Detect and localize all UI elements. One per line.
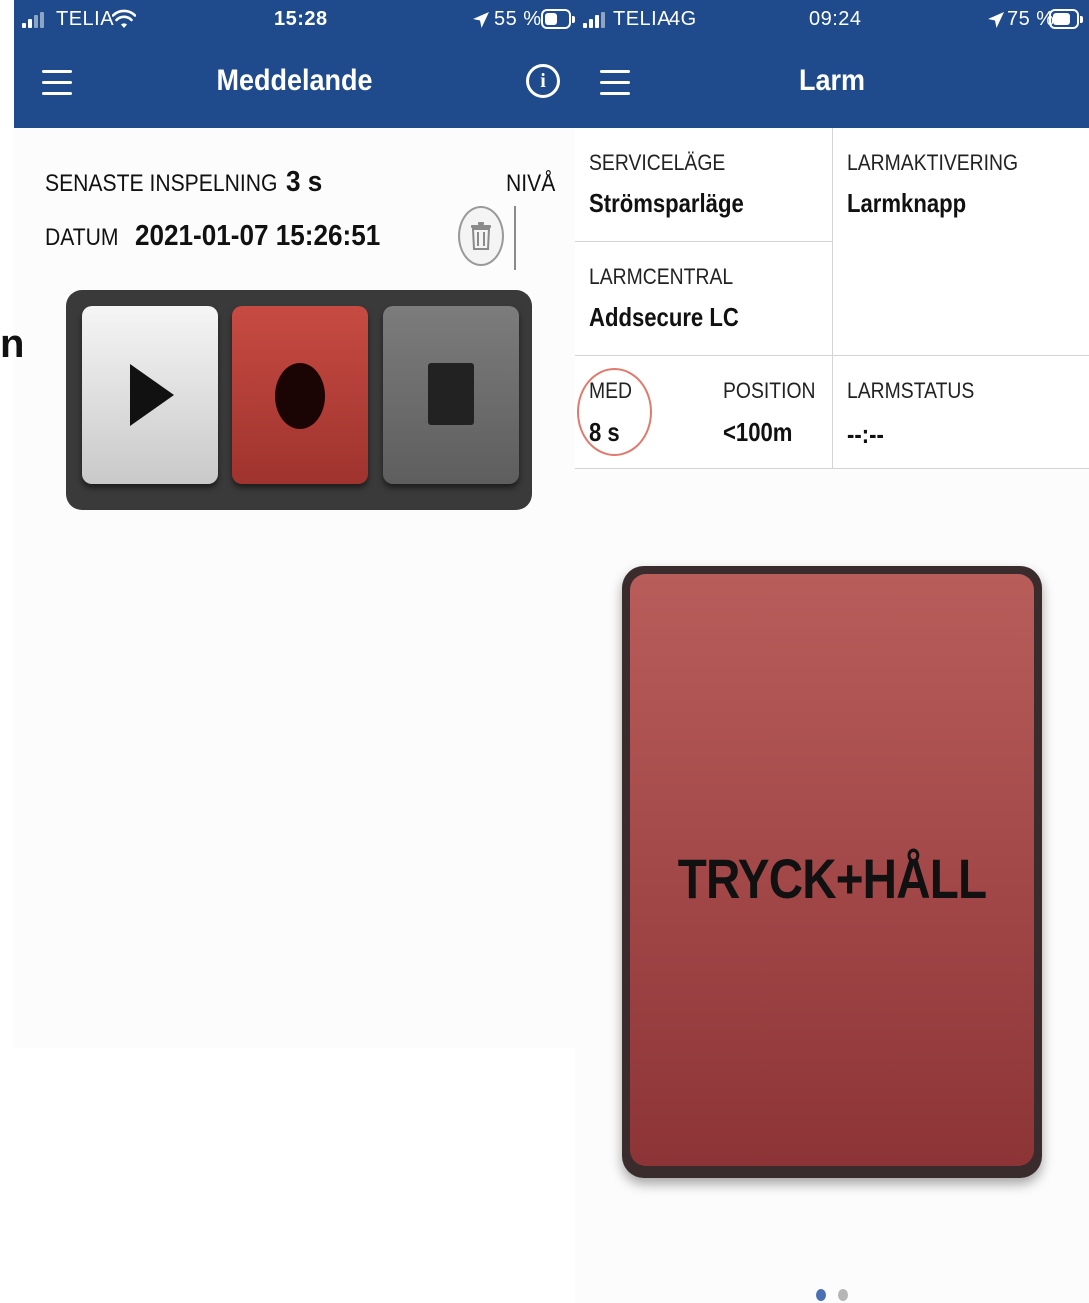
stop-icon [428, 363, 474, 425]
network-label: 4G [669, 8, 697, 30]
alarm-button-face: TRYCK+HÅLL [630, 574, 1034, 1166]
location-icon [473, 12, 489, 28]
record-icon [275, 363, 325, 429]
battery-percent: 55 % [494, 8, 542, 30]
left-content [14, 128, 575, 1048]
page-dot-active[interactable] [816, 1289, 826, 1301]
signal-icon [22, 12, 48, 28]
signal-icon [583, 12, 609, 28]
page-title: Larm [798, 64, 866, 97]
clock: 09:24 [809, 8, 862, 30]
right-status-bar: TELIA 4G 09:24 75 % [575, 0, 1089, 42]
alarm-status-value: --:-- [847, 419, 884, 449]
wifi-icon [112, 9, 136, 28]
service-mode-label: SERVICELÄGE [589, 150, 726, 175]
alarm-button[interactable]: TRYCK+HÅLL [622, 566, 1042, 1178]
play-button[interactable] [82, 306, 218, 484]
divider [832, 128, 833, 468]
battery-percent: 75 % [1007, 8, 1055, 30]
info-icon[interactable]: i [526, 64, 560, 98]
recorder-controls [66, 290, 532, 510]
alarm-button-label: TRYCK+HÅLL [677, 847, 987, 910]
position-label: POSITION [723, 378, 816, 403]
right-nav-bar: Larm [575, 42, 1089, 128]
last-recording-value: 3 s [286, 166, 323, 198]
alarm-activation-value: Larmknapp [847, 188, 967, 218]
stop-button[interactable] [383, 306, 519, 484]
date-value: 2021-01-07 15:26:51 [135, 220, 381, 252]
alarm-central-label: LARMCENTRAL [589, 264, 734, 289]
alarm-status-label: LARMSTATUS [847, 378, 975, 403]
trash-icon [471, 222, 491, 250]
page-title: Meddelande [216, 64, 373, 97]
location-icon [988, 12, 1004, 28]
alarm-activation-label: LARMAKTIVERING [847, 150, 1019, 175]
divider [575, 241, 832, 242]
clock: 15:28 [274, 8, 328, 30]
divider [575, 355, 1089, 356]
carrier-label: TELIA [56, 8, 115, 30]
position-value: <100m [723, 417, 793, 447]
date-label: DATUM [45, 224, 119, 251]
left-nav-bar: Meddelande i [14, 42, 575, 128]
level-meter [514, 206, 516, 270]
level-label: NIVÅ [506, 170, 556, 197]
carrier-label: TELIA [613, 8, 672, 30]
med-label: MED [589, 378, 633, 403]
service-mode-value: Strömsparläge [589, 188, 744, 218]
left-status-bar: TELIA 15:28 55 % [14, 0, 575, 42]
battery-icon [1049, 9, 1083, 29]
alarm-central-value: Addsecure LC [589, 302, 739, 332]
battery-icon [541, 9, 575, 29]
edge-glyph: n [0, 322, 25, 366]
play-icon [130, 364, 174, 426]
med-value: 8 s [589, 417, 620, 447]
page-dot[interactable] [838, 1289, 848, 1301]
last-recording-label: SENASTE INSPELNING [45, 170, 278, 197]
delete-button[interactable] [458, 206, 504, 266]
record-button[interactable] [232, 306, 368, 484]
